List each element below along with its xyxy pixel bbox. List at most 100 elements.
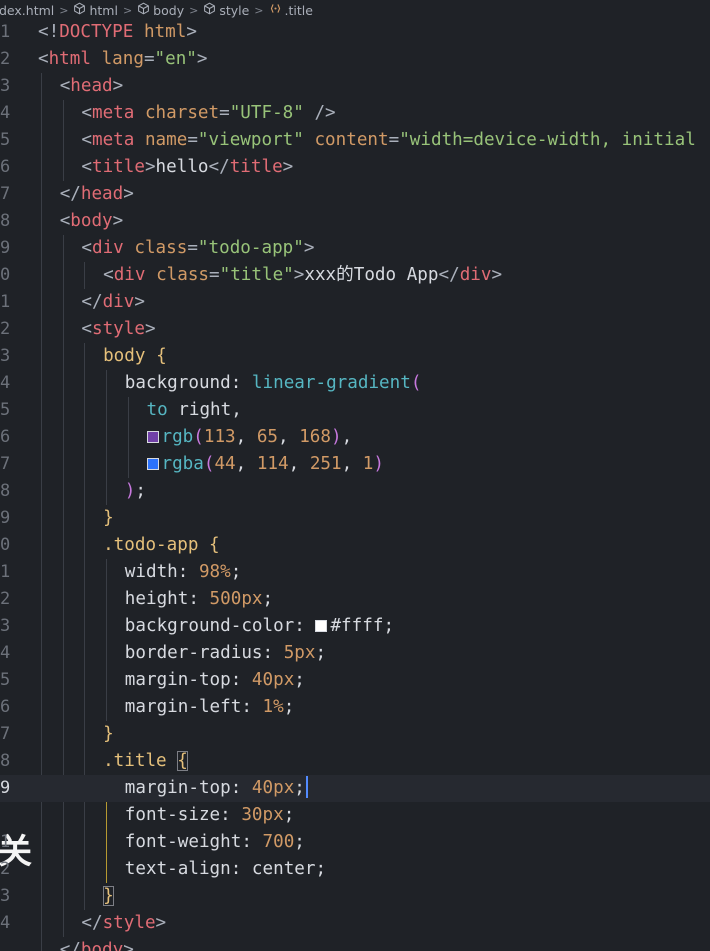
code-token: </ — [208, 157, 230, 177]
code-token: margin-top — [124, 670, 231, 690]
code-line[interactable]: 7 rgba(44, 114, 251, 1) — [0, 451, 710, 478]
breadcrumb-item[interactable]: html — [73, 2, 118, 18]
code-token: </ — [438, 265, 460, 285]
code-token: = — [187, 130, 198, 150]
code-line[interactable]: 1 width: 98%; — [0, 559, 710, 586]
code-text: margin-top: 40px; — [125, 667, 305, 694]
code-text: ); — [125, 478, 146, 505]
code-line[interactable]: 1 <!DOCTYPE html> — [0, 20, 710, 46]
breadcrumb-item[interactable]: body — [137, 2, 184, 18]
line-number: 9 — [0, 508, 11, 528]
code-line[interactable]: 2 text-align: center; — [0, 856, 710, 883]
code-token: 500px — [209, 589, 263, 609]
code-token: > — [282, 157, 294, 177]
code-line[interactable]: 5 <meta name="viewport" content="width=de… — [0, 127, 710, 154]
code-token: : — [262, 643, 284, 663]
code-line[interactable]: 6 <title>hello</title> — [0, 154, 710, 181]
code-line[interactable]: 9 margin-top: 40px; — [0, 775, 710, 802]
code-token: title — [91, 157, 145, 177]
code-token: 44 — [214, 454, 236, 474]
code-token: 700 — [262, 832, 295, 852]
code-token: ; — [294, 778, 305, 798]
code-token: = — [143, 49, 155, 69]
line-number: 6 — [0, 427, 11, 447]
code-line[interactable]: 0 <div class="title">xxx的Todo App</div> — [0, 262, 710, 289]
code-line[interactable]: 5 to right, — [0, 397, 710, 424]
code-line[interactable]: 0 .todo-app { — [0, 532, 710, 559]
code-line[interactable]: 2 <style> — [0, 316, 710, 343]
code-editor[interactable]: 关 1 <!DOCTYPE html> 2 <html lang="en"> 3 <hea… — [0, 20, 710, 951]
code-token: > — [112, 76, 124, 96]
code-token: style — [91, 319, 145, 339]
code-token: < — [38, 49, 49, 69]
code-text: <title>hello</title> — [81, 154, 293, 181]
code-line[interactable]: 4 border-radius: 5px; — [0, 640, 710, 667]
code-text: <!DOCTYPE html> — [38, 20, 197, 46]
code-token: ; — [294, 832, 305, 852]
code-line[interactable]: 9} — [0, 505, 710, 532]
code-line[interactable]: 3 background-color: #ffff; — [0, 613, 710, 640]
code-token: <! — [38, 22, 60, 42]
code-token: 98% — [198, 562, 231, 582]
code-token: background — [124, 373, 231, 393]
code-line[interactable]: 1 </div> — [0, 289, 710, 316]
code-token: body — [70, 211, 113, 231]
color-swatch-icon[interactable] — [315, 620, 328, 632]
breadcrumb-separator: > — [59, 3, 69, 17]
cube-icon — [73, 2, 86, 18]
code-token: "viewport" — [197, 130, 304, 150]
code-line[interactable]: 6 margin-left: 1%; — [0, 694, 710, 721]
code-line[interactable]: 4 <meta charset="UTF-8" /> — [0, 100, 710, 127]
code-text: <div class="title">xxx的Todo App</div> — [103, 262, 502, 289]
code-token: height — [124, 589, 189, 609]
code-line[interactable]: 1 font-weight: 700; — [0, 829, 710, 856]
code-token: 40px — [251, 778, 295, 798]
code-token: right, — [167, 400, 242, 420]
code-line[interactable]: 8 .title { — [0, 748, 710, 775]
breadcrumb-item[interactable]: dex.html — [0, 3, 54, 18]
code-token: html — [143, 22, 187, 42]
line-number: 6 — [0, 157, 11, 177]
color-swatch-icon[interactable] — [146, 458, 159, 470]
code-token: < — [103, 265, 114, 285]
code-token: content — [314, 130, 389, 150]
code-line[interactable]: 7} — [0, 721, 710, 748]
code-line[interactable]: 6 rgb(113, 65, 168), — [0, 424, 710, 451]
code-line[interactable]: </body> — [0, 937, 710, 951]
breadcrumb-item[interactable]: style — [203, 2, 249, 18]
breadcrumb-item[interactable]: .title — [269, 2, 313, 18]
code-line[interactable]: 4 background: linear-gradient( — [0, 370, 710, 397]
code-token: 251 — [309, 454, 342, 474]
code-token: name — [144, 130, 188, 150]
line-number: 1 — [0, 562, 11, 582]
code-line[interactable]: font-size: 30px; — [0, 802, 710, 829]
cube-icon — [137, 2, 150, 18]
code-token: } — [103, 508, 114, 528]
code-token: margin-top — [124, 778, 231, 798]
breadcrumb: dex.html > html > body > style > .title — [0, 0, 710, 20]
code-token: , — [235, 454, 257, 474]
code-line[interactable]: 3} — [0, 883, 710, 910]
code-line[interactable]: 5 margin-top: 40px; — [0, 667, 710, 694]
code-line[interactable]: 3 <head> — [0, 73, 710, 100]
line-number: 8 — [0, 211, 11, 231]
code-token: > — [134, 292, 145, 312]
code-line[interactable]: 8); — [0, 478, 710, 505]
code-token: } — [103, 724, 114, 744]
code-line[interactable]: 4 </style> — [0, 910, 710, 937]
line-number: 2 — [0, 49, 11, 69]
code-line[interactable]: 3 body { — [0, 343, 710, 370]
code-line[interactable]: 2 height: 500px; — [0, 586, 710, 613]
code-line[interactable]: 2 <html lang="en"> — [0, 46, 710, 73]
color-swatch-icon[interactable] — [146, 431, 159, 443]
code-line[interactable]: 8 <body> — [0, 208, 710, 235]
line-number: 4 — [0, 103, 11, 123]
line-number: 5 — [0, 670, 11, 690]
code-line[interactable]: 7 </head> — [0, 181, 710, 208]
code-line[interactable]: 9 <div class="todo-app"> — [0, 235, 710, 262]
code-token: head — [70, 76, 113, 96]
